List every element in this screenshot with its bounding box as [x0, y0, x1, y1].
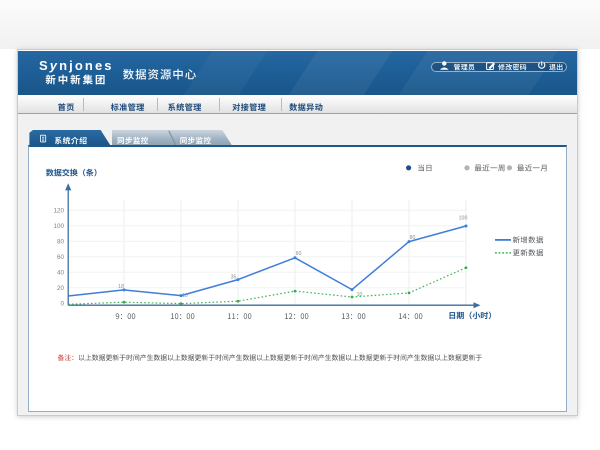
- svg-text:60: 60: [296, 251, 302, 257]
- svg-text:80: 80: [57, 239, 65, 246]
- svg-text:120: 120: [53, 208, 64, 215]
- svg-text:40: 40: [57, 270, 65, 277]
- svg-text:60: 60: [57, 254, 65, 261]
- svg-text:35: 35: [231, 275, 237, 281]
- svg-text:10: 10: [182, 293, 188, 299]
- svg-text:20: 20: [57, 285, 65, 292]
- svg-text:0: 0: [60, 301, 64, 308]
- svg-text:100: 100: [459, 216, 468, 222]
- svg-text:100: 100: [53, 223, 64, 230]
- svg-text:80: 80: [410, 235, 416, 241]
- svg-text:18: 18: [118, 284, 124, 290]
- svg-text:10: 10: [357, 292, 363, 298]
